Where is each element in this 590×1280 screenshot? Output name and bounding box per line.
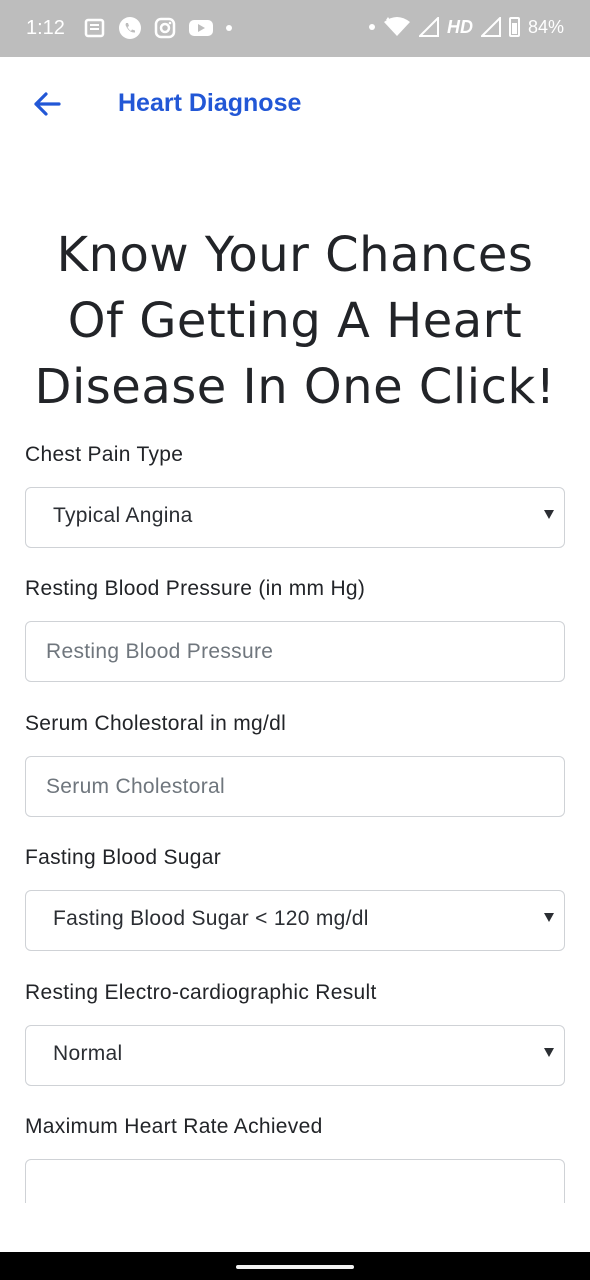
- arrow-left-icon: [34, 92, 61, 116]
- status-bar: 1:12 HD 84%: [0, 0, 590, 57]
- headline-line-3: Disease In One Click!: [34, 359, 556, 415]
- max-heart-rate-label: Maximum Heart Rate Achieved: [25, 1115, 323, 1138]
- page-headline: Know Your Chances Of Getting A Heart Dis…: [0, 222, 590, 420]
- home-gesture-handle[interactable]: [236, 1265, 354, 1269]
- signal-icon: [418, 17, 439, 37]
- ecg-selected-value: Normal: [53, 1042, 123, 1065]
- battery-icon: [508, 17, 520, 37]
- status-time: 1:12: [26, 17, 65, 39]
- chevron-down-icon: [544, 510, 554, 519]
- network-type-label: HD: [446, 16, 473, 37]
- cholesterol-label: Serum Cholestoral in mg/dl: [25, 712, 287, 735]
- headline-line-1: Know Your Chances: [56, 227, 534, 283]
- phone-call-icon: [119, 17, 141, 39]
- chest-pain-selected-value: Typical Angina: [53, 504, 193, 527]
- resting-bp-input[interactable]: [25, 621, 565, 682]
- instagram-icon: [154, 17, 176, 39]
- youtube-icon: [189, 20, 213, 36]
- news-icon: [84, 18, 105, 38]
- resting-bp-label: Resting Blood Pressure (in mm Hg): [25, 577, 366, 600]
- max-heart-rate-clip: [0, 1159, 590, 1203]
- app-bar: Heart Diagnose: [0, 57, 590, 151]
- headline-line-2: Of Getting A Heart: [67, 293, 523, 349]
- system-icons: HD 84%: [368, 16, 564, 38]
- fasting-sugar-selected-value: Fasting Blood Sugar < 120 mg/dl: [53, 907, 369, 930]
- ecg-label: Resting Electro-cardiographic Result: [25, 981, 377, 1004]
- more-notifications-dot: [226, 25, 232, 31]
- dot-icon: [368, 24, 375, 30]
- app-title: Heart Diagnose: [118, 89, 302, 117]
- back-button[interactable]: [28, 85, 66, 123]
- chevron-down-icon: [544, 1048, 554, 1057]
- chevron-down-icon: [544, 913, 554, 922]
- signal-icon-2: [480, 17, 501, 37]
- max-heart-rate-input[interactable]: [25, 1159, 565, 1203]
- battery-percentage: 84%: [527, 16, 564, 37]
- fasting-sugar-label: Fasting Blood Sugar: [25, 846, 221, 869]
- fasting-sugar-select[interactable]: Fasting Blood Sugar < 120 mg/dl: [25, 890, 565, 951]
- chest-pain-label: Chest Pain Type: [25, 443, 184, 466]
- wifi-icon: [383, 17, 410, 36]
- cholesterol-input[interactable]: [25, 756, 565, 817]
- notification-icons: [84, 16, 232, 40]
- system-nav-bar: [0, 1252, 590, 1280]
- chest-pain-select[interactable]: Typical Angina: [25, 487, 565, 548]
- ecg-select[interactable]: Normal: [25, 1025, 565, 1086]
